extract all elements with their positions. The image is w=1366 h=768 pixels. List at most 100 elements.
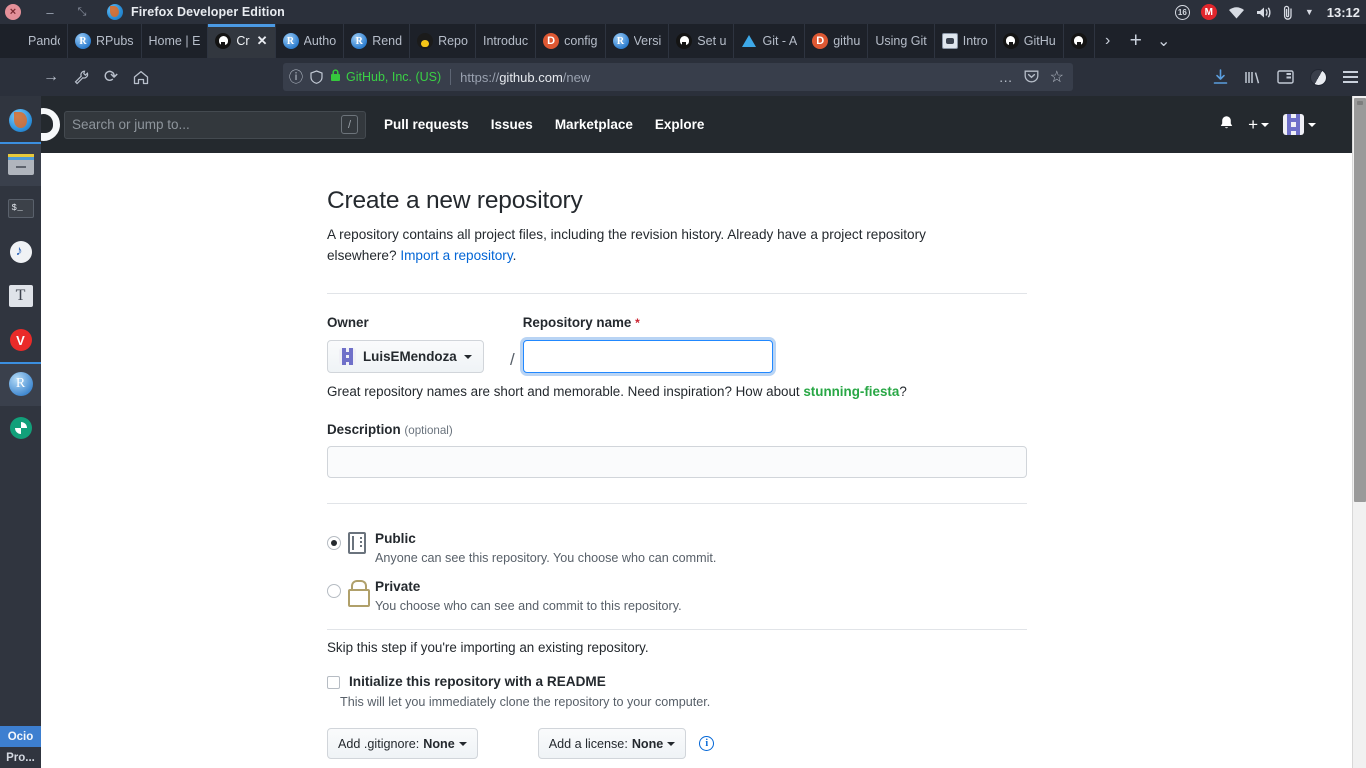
template-buttons-row: Add .gitignore: None Add a license: None…: [327, 728, 1027, 760]
notifications-bell-icon[interactable]: [1219, 115, 1234, 135]
reload-button[interactable]: ⟳: [96, 62, 126, 92]
home-button[interactable]: [126, 62, 156, 92]
browser-tab[interactable]: Repo: [410, 24, 476, 58]
window-minimize-button[interactable]: –: [39, 6, 61, 19]
readme-option-row[interactable]: Initialize this repository with a README: [327, 673, 1027, 691]
tab-scroll-right-button[interactable]: ›: [1095, 24, 1121, 58]
nav-explore[interactable]: Explore: [655, 117, 705, 132]
new-tab-button[interactable]: +: [1121, 24, 1151, 58]
import-repository-link[interactable]: Import a repository: [400, 248, 512, 263]
browser-tab[interactable]: R Versi: [606, 24, 670, 58]
browser-tab[interactable]: GitHu: [996, 24, 1064, 58]
sidebar-icon[interactable]: [1277, 70, 1294, 84]
page-info-icon[interactable]: ⓘ: [289, 67, 303, 87]
browser-tab[interactable]: Dconfig: [536, 24, 606, 58]
description-label: Description (optional): [327, 422, 453, 438]
browser-tab[interactable]: Git - A: [734, 24, 806, 58]
devtools-button[interactable]: [66, 62, 96, 92]
paperclip-icon[interactable]: [1282, 5, 1294, 20]
forward-button[interactable]: →: [36, 62, 66, 92]
chevron-down-icon: [1308, 122, 1316, 127]
browser-tab[interactable]: R RPubs: [68, 24, 142, 58]
owner-field: Owner LuisEMendoza: [327, 315, 502, 374]
account-icon[interactable]: [1310, 68, 1327, 86]
owner-select-button[interactable]: LuisEMendoza: [327, 340, 484, 374]
volume-icon[interactable]: [1256, 6, 1271, 19]
required-marker: *: [635, 316, 640, 331]
dock-item-texstudio[interactable]: T: [0, 274, 41, 318]
user-menu[interactable]: [1283, 114, 1316, 135]
url-divider: [450, 69, 452, 85]
rstudio-icon: R: [8, 372, 33, 396]
pocket-icon[interactable]: [1024, 69, 1039, 86]
browser-tab[interactable]: Using Git: [868, 24, 935, 58]
public-radio[interactable]: [327, 536, 341, 551]
workspace-ocio[interactable]: Ocio: [0, 726, 41, 747]
nav-pull-requests[interactable]: Pull requests: [384, 117, 469, 132]
dock-item-screenshot[interactable]: [0, 406, 41, 450]
browser-tab[interactable]: Set u: [669, 24, 735, 58]
skip-step-text: Skip this step if you're importing an ex…: [327, 640, 649, 656]
wifi-icon[interactable]: [1228, 6, 1245, 19]
visibility-option-private[interactable]: Private You choose who can see and commi…: [327, 578, 1027, 613]
browser-tab[interactable]: Introduc: [476, 24, 537, 58]
tab-label: Git - A: [762, 34, 798, 48]
license-info-icon[interactable]: i: [699, 736, 715, 752]
window-close-button[interactable]: ×: [5, 4, 21, 20]
downloads-icon[interactable]: [1213, 69, 1228, 85]
browser-tab-active[interactable]: Cr ✕: [208, 24, 276, 58]
tray-dropdown-icon[interactable]: ▼: [1305, 7, 1314, 17]
repository-name-input[interactable]: [522, 340, 773, 374]
close-icon: ×: [9, 5, 17, 18]
gitignore-select-button[interactable]: Add .gitignore: None: [327, 728, 478, 760]
clock[interactable]: 13:12: [1327, 5, 1360, 20]
browser-tab[interactable]: Pandoc -: [0, 24, 68, 58]
url-text[interactable]: https://github.com/new: [460, 70, 590, 85]
window-maximize-button[interactable]: ⤡: [71, 6, 93, 18]
tab-close-icon[interactable]: ✕: [257, 33, 268, 49]
rstudio-icon: R: [282, 33, 299, 49]
tracking-shield-icon[interactable]: [310, 70, 323, 84]
visibility-option-public[interactable]: Public Anyone can see this repository. Y…: [327, 530, 1027, 565]
license-select-button[interactable]: Add a license: None: [537, 728, 687, 760]
page-scrollbar[interactable]: [1352, 96, 1366, 768]
hamburger-menu-icon[interactable]: [1343, 71, 1358, 83]
browser-tab[interactable]: R Rend: [344, 24, 411, 58]
browser-tabstrip: Pandoc - R RPubs Home | E Cr ✕ R Autho R Ren…: [0, 24, 1366, 58]
search-input[interactable]: [72, 117, 341, 132]
create-new-menu[interactable]: +: [1248, 116, 1269, 133]
url-bar[interactable]: ⓘ GitHub, Inc. (US) https://github.com/n…: [283, 63, 1073, 91]
public-title: Public: [375, 531, 416, 547]
browser-tab[interactable]: Home | E: [142, 24, 209, 58]
bookmark-star-icon[interactable]: ☆: [1050, 67, 1064, 87]
mail-tray-icon[interactable]: M: [1200, 4, 1217, 20]
rstudio-icon: R: [351, 33, 368, 49]
github-mark-icon[interactable]: [41, 108, 60, 141]
firefox-logo-icon: [107, 4, 123, 20]
browser-tab[interactable]: Dgithu: [805, 24, 869, 58]
dock-item-rstudio[interactable]: R: [0, 362, 41, 406]
browser-tab[interactable]: R Autho: [276, 24, 345, 58]
dock-item-firefox[interactable]: [0, 98, 41, 142]
nav-issues[interactable]: Issues: [491, 117, 533, 132]
page-actions-icon[interactable]: …: [999, 69, 1013, 85]
dock-item-terminal[interactable]: $_: [0, 186, 41, 230]
library-icon[interactable]: [1244, 70, 1261, 85]
browser-tab[interactable]: [1064, 24, 1095, 58]
description-input[interactable]: [327, 446, 1027, 479]
workspace-indicator-icon[interactable]: 16: [1174, 4, 1190, 20]
dock-item-files[interactable]: [0, 142, 41, 186]
dock-item-music[interactable]: [0, 230, 41, 274]
private-radio[interactable]: [327, 584, 341, 599]
readme-checkbox[interactable]: [327, 676, 340, 690]
tab-label: Cr: [236, 34, 250, 48]
browser-tab[interactable]: Intro: [935, 24, 996, 58]
list-all-tabs-button[interactable]: ⌄: [1151, 24, 1177, 58]
scrollbar-thumb[interactable]: [1354, 98, 1366, 502]
minimize-icon: –: [46, 4, 54, 20]
search-box[interactable]: /: [64, 110, 366, 139]
chevron-down-icon: [463, 354, 472, 359]
workspace-pro[interactable]: Pro...: [0, 747, 41, 768]
nav-marketplace[interactable]: Marketplace: [555, 117, 633, 132]
dock-item-vivaldi[interactable]: V: [0, 318, 41, 362]
